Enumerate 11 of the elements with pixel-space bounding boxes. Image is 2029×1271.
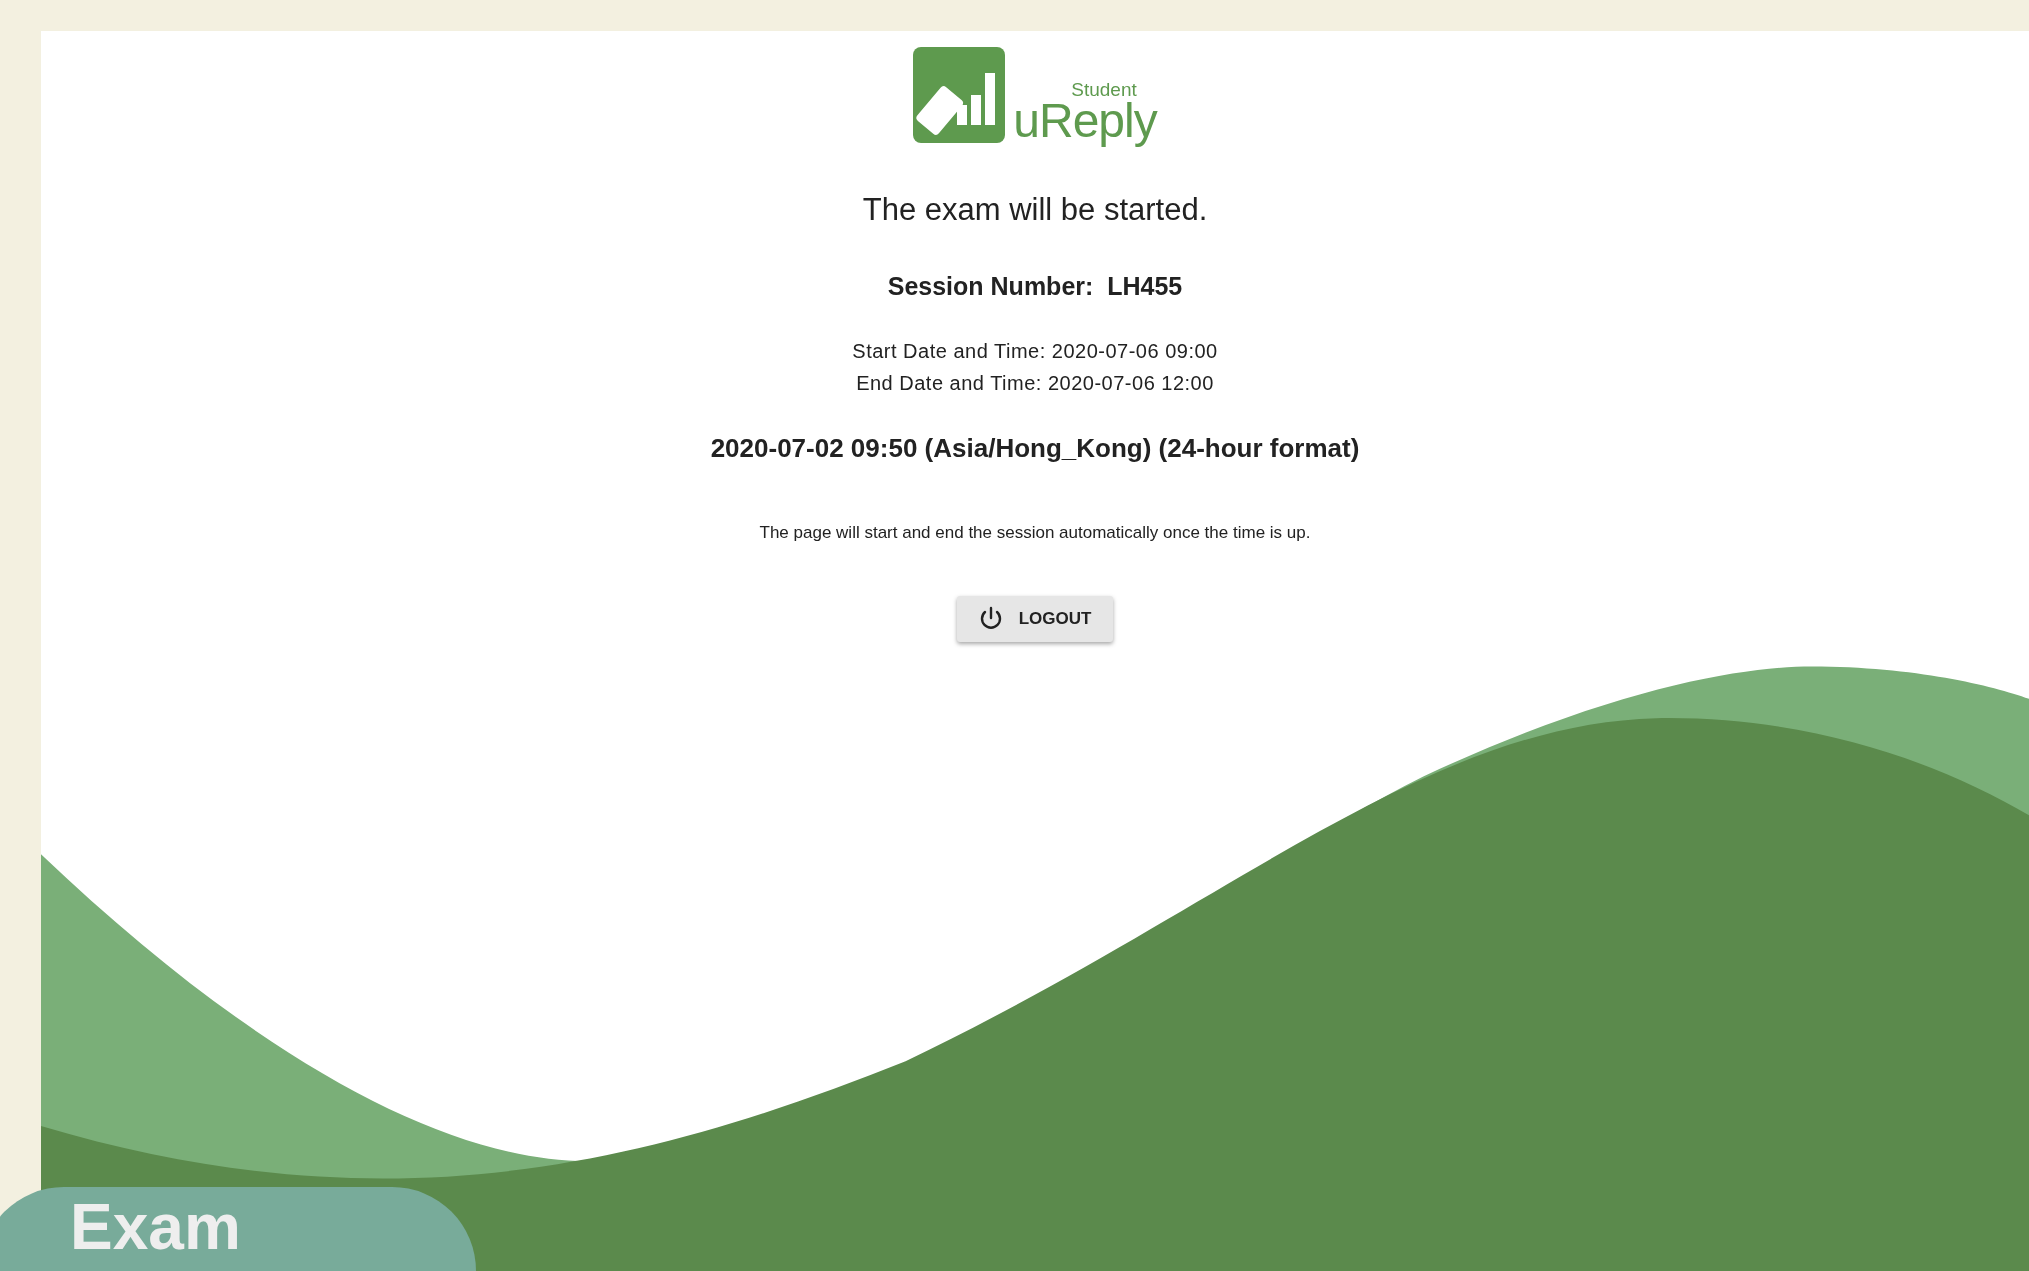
- logout-button[interactable]: LOGOUT: [956, 595, 1114, 642]
- schedule-line: End Date and Time: 2020-07-06 12:00: [856, 372, 1214, 394]
- logo-subtitle: Student: [1071, 80, 1137, 99]
- auto-start-note: The page will start and end the session automatically once the time is up.: [759, 523, 1311, 542]
- banner-title: Exam: [70, 1195, 241, 1259]
- power-icon: [978, 605, 1003, 632]
- schedule-line: Start Date and Time: 2020-07-06 09:00: [852, 340, 1218, 362]
- session-number: Session Number: LH455: [887, 271, 1183, 300]
- heading: The exam will be started.: [861, 191, 1209, 229]
- current-time: 2020-07-02 09:50 (Asia/Hong_Kong) (24-hour format): [710, 433, 1360, 463]
- logo-icon: [913, 47, 1006, 143]
